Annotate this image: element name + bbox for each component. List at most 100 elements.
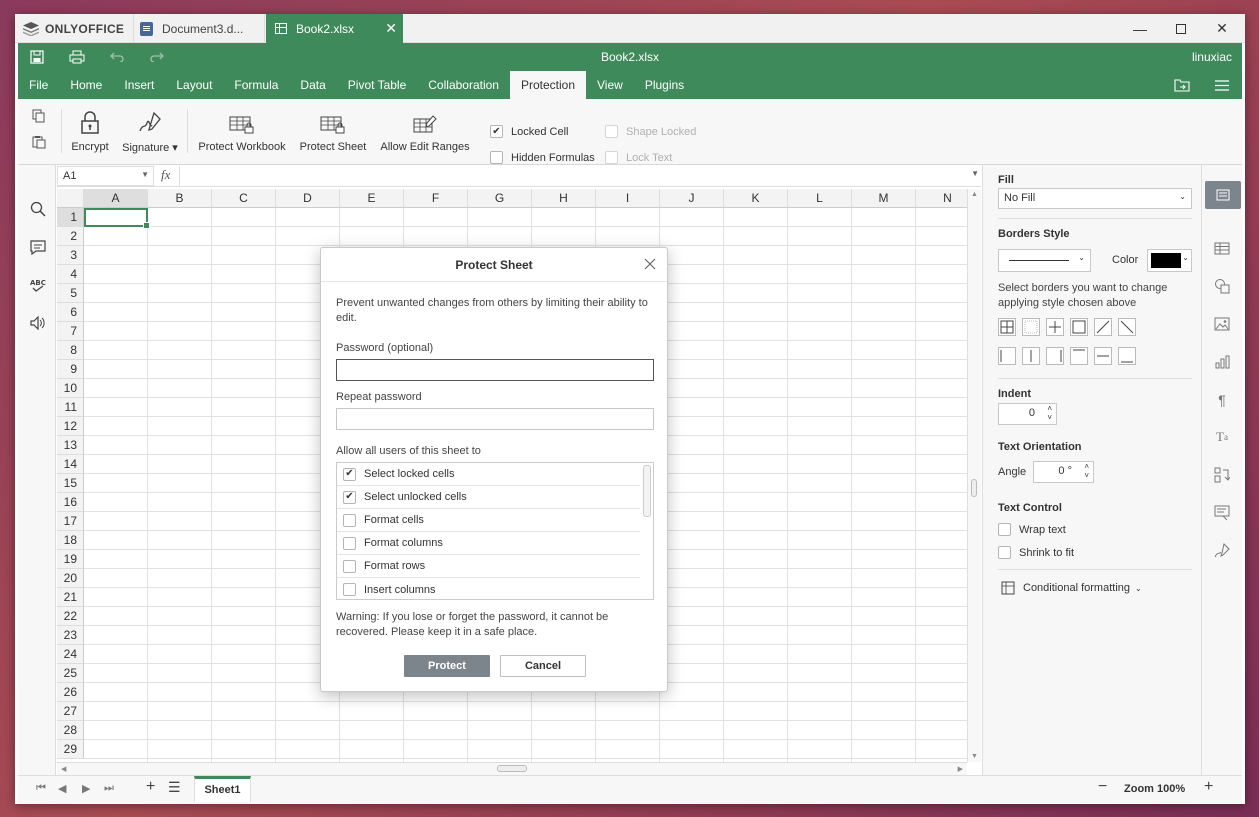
permissions-list[interactable]: ✔ Select locked cells ✔ Select unlocked …: [336, 462, 654, 600]
row-header[interactable]: 21: [57, 588, 84, 607]
perm-format-columns[interactable]: Format columns: [337, 532, 640, 555]
row-header[interactable]: 2: [57, 227, 84, 246]
add-sheet-icon[interactable]: +: [146, 778, 155, 796]
zoom-out-icon[interactable]: −: [1098, 778, 1107, 796]
outer-borders-icon[interactable]: [1070, 318, 1088, 336]
column-header[interactable]: D: [276, 189, 340, 208]
lock-text-checkbox[interactable]: Lock Text: [605, 151, 672, 164]
checkbox-box[interactable]: ✔: [343, 467, 356, 481]
slicer-settings-icon[interactable]: [1212, 503, 1232, 523]
next-sheet-icon[interactable]: ▶: [82, 782, 90, 795]
scroll-right-icon[interactable]: ▶: [958, 765, 963, 773]
onlyoffice-logo[interactable]: ONLYOFFICE: [23, 14, 133, 43]
column-header[interactable]: C: [212, 189, 276, 208]
row-header[interactable]: 25: [57, 664, 84, 683]
column-header[interactable]: M: [852, 189, 916, 208]
row-header[interactable]: 11: [57, 398, 84, 417]
speaker-icon[interactable]: [28, 313, 48, 333]
table-settings-icon[interactable]: [1212, 238, 1232, 258]
chart-settings-icon[interactable]: [1212, 352, 1232, 372]
vertical-scrollbar[interactable]: ▲ ▼: [967, 189, 981, 762]
row-header[interactable]: 9: [57, 360, 84, 379]
allow-edit-ranges-button[interactable]: Allow Edit Ranges: [379, 109, 471, 153]
bottom-border-icon[interactable]: [1118, 347, 1136, 365]
selected-cell[interactable]: [84, 208, 150, 229]
right-border-icon[interactable]: [1046, 347, 1064, 365]
perm-format-cells[interactable]: Format cells: [337, 509, 640, 532]
horizontal-scroll-thumb[interactable]: [497, 765, 527, 772]
row-header[interactable]: 5: [57, 284, 84, 303]
permissions-scroll-thumb[interactable]: [643, 465, 651, 517]
user-name[interactable]: linuxiac: [1192, 50, 1232, 64]
maximize-button[interactable]: [1161, 14, 1201, 43]
no-borders-icon[interactable]: [1022, 318, 1040, 336]
row-header[interactable]: 13: [57, 436, 84, 455]
menu-collaboration[interactable]: Collaboration: [417, 71, 510, 99]
menu-insert[interactable]: Insert: [113, 71, 165, 99]
image-settings-icon[interactable]: [1212, 314, 1232, 334]
border-line-select[interactable]: ⌄: [998, 249, 1091, 272]
row-header[interactable]: 28: [57, 721, 84, 740]
close-window-button[interactable]: ✕: [1202, 14, 1242, 43]
column-header[interactable]: B: [148, 189, 212, 208]
open-location-icon[interactable]: [1172, 76, 1192, 94]
column-header[interactable]: G: [468, 189, 532, 208]
row-header[interactable]: 7: [57, 322, 84, 341]
shape-settings-icon[interactable]: [1212, 276, 1232, 296]
column-header[interactable]: F: [404, 189, 468, 208]
wrap-text-checkbox[interactable]: Wrap text: [998, 523, 1066, 536]
zoom-in-icon[interactable]: +: [1204, 778, 1213, 796]
paste-icon[interactable]: [32, 135, 46, 152]
encrypt-button[interactable]: Encrypt: [70, 109, 110, 153]
angle-stepper[interactable]: 0 ° ˄ ˅: [1033, 461, 1094, 483]
cancel-button[interactable]: Cancel: [500, 655, 586, 677]
menu-data[interactable]: Data: [289, 71, 336, 99]
formula-input[interactable]: [179, 166, 979, 186]
menu-pivot-table[interactable]: Pivot Table: [337, 71, 417, 99]
password-input[interactable]: [336, 359, 654, 381]
top-border-icon[interactable]: [1070, 347, 1088, 365]
row-header[interactable]: 10: [57, 379, 84, 398]
protect-button[interactable]: Protect: [404, 655, 490, 677]
row-header[interactable]: 17: [57, 512, 84, 531]
checkbox-box[interactable]: [343, 559, 356, 573]
chevron-down-icon[interactable]: ▼: [141, 170, 149, 179]
expand-formula-icon[interactable]: ▼: [971, 169, 979, 178]
menu-home[interactable]: Home: [59, 71, 113, 99]
row-header[interactable]: 1: [57, 208, 84, 227]
sheet-tab[interactable]: Sheet1: [194, 776, 251, 802]
fill-select[interactable]: No Fill ⌄: [998, 188, 1192, 209]
menu-file[interactable]: File: [18, 71, 59, 99]
column-header[interactable]: I: [596, 189, 660, 208]
all-borders-icon[interactable]: [998, 318, 1016, 336]
horizontal-scrollbar[interactable]: ◀ ▶: [57, 762, 967, 775]
row-header[interactable]: 22: [57, 607, 84, 626]
row-header[interactable]: 14: [57, 455, 84, 474]
checkbox-box[interactable]: [343, 536, 356, 550]
tab-book2[interactable]: Book2.xlsx ✕: [266, 14, 403, 43]
zoom-level[interactable]: Zoom 100%: [1124, 783, 1185, 795]
scroll-up-icon[interactable]: ▲: [971, 191, 978, 198]
menu-protection[interactable]: Protection: [509, 71, 587, 99]
inner-borders-icon[interactable]: [1046, 318, 1064, 336]
locked-cell-checkbox[interactable]: ✔ Locked Cell: [490, 125, 568, 138]
menu-view[interactable]: View: [586, 71, 634, 99]
row-header[interactable]: 4: [57, 265, 84, 284]
prev-sheet-icon[interactable]: ◀: [58, 782, 66, 795]
row-header[interactable]: 24: [57, 645, 84, 664]
sheet-list-icon[interactable]: ☰: [168, 779, 181, 796]
protect-sheet-button[interactable]: Protect Sheet: [298, 109, 368, 153]
row-header[interactable]: 26: [57, 683, 84, 702]
checkbox-box[interactable]: [343, 583, 356, 596]
border-color-picker[interactable]: ⌄: [1147, 249, 1192, 272]
copy-icon[interactable]: [32, 109, 46, 126]
row-header[interactable]: 6: [57, 303, 84, 322]
close-icon[interactable]: [643, 257, 657, 271]
column-header[interactable]: K: [724, 189, 788, 208]
scroll-left-icon[interactable]: ◀: [61, 765, 66, 773]
diagonal-up-icon[interactable]: [1094, 318, 1112, 336]
diagonal-down-icon[interactable]: [1118, 318, 1136, 336]
perm-insert-columns[interactable]: Insert columns: [337, 578, 640, 599]
row-header[interactable]: 19: [57, 550, 84, 569]
perm-select-locked-cells[interactable]: ✔ Select locked cells: [337, 463, 640, 486]
